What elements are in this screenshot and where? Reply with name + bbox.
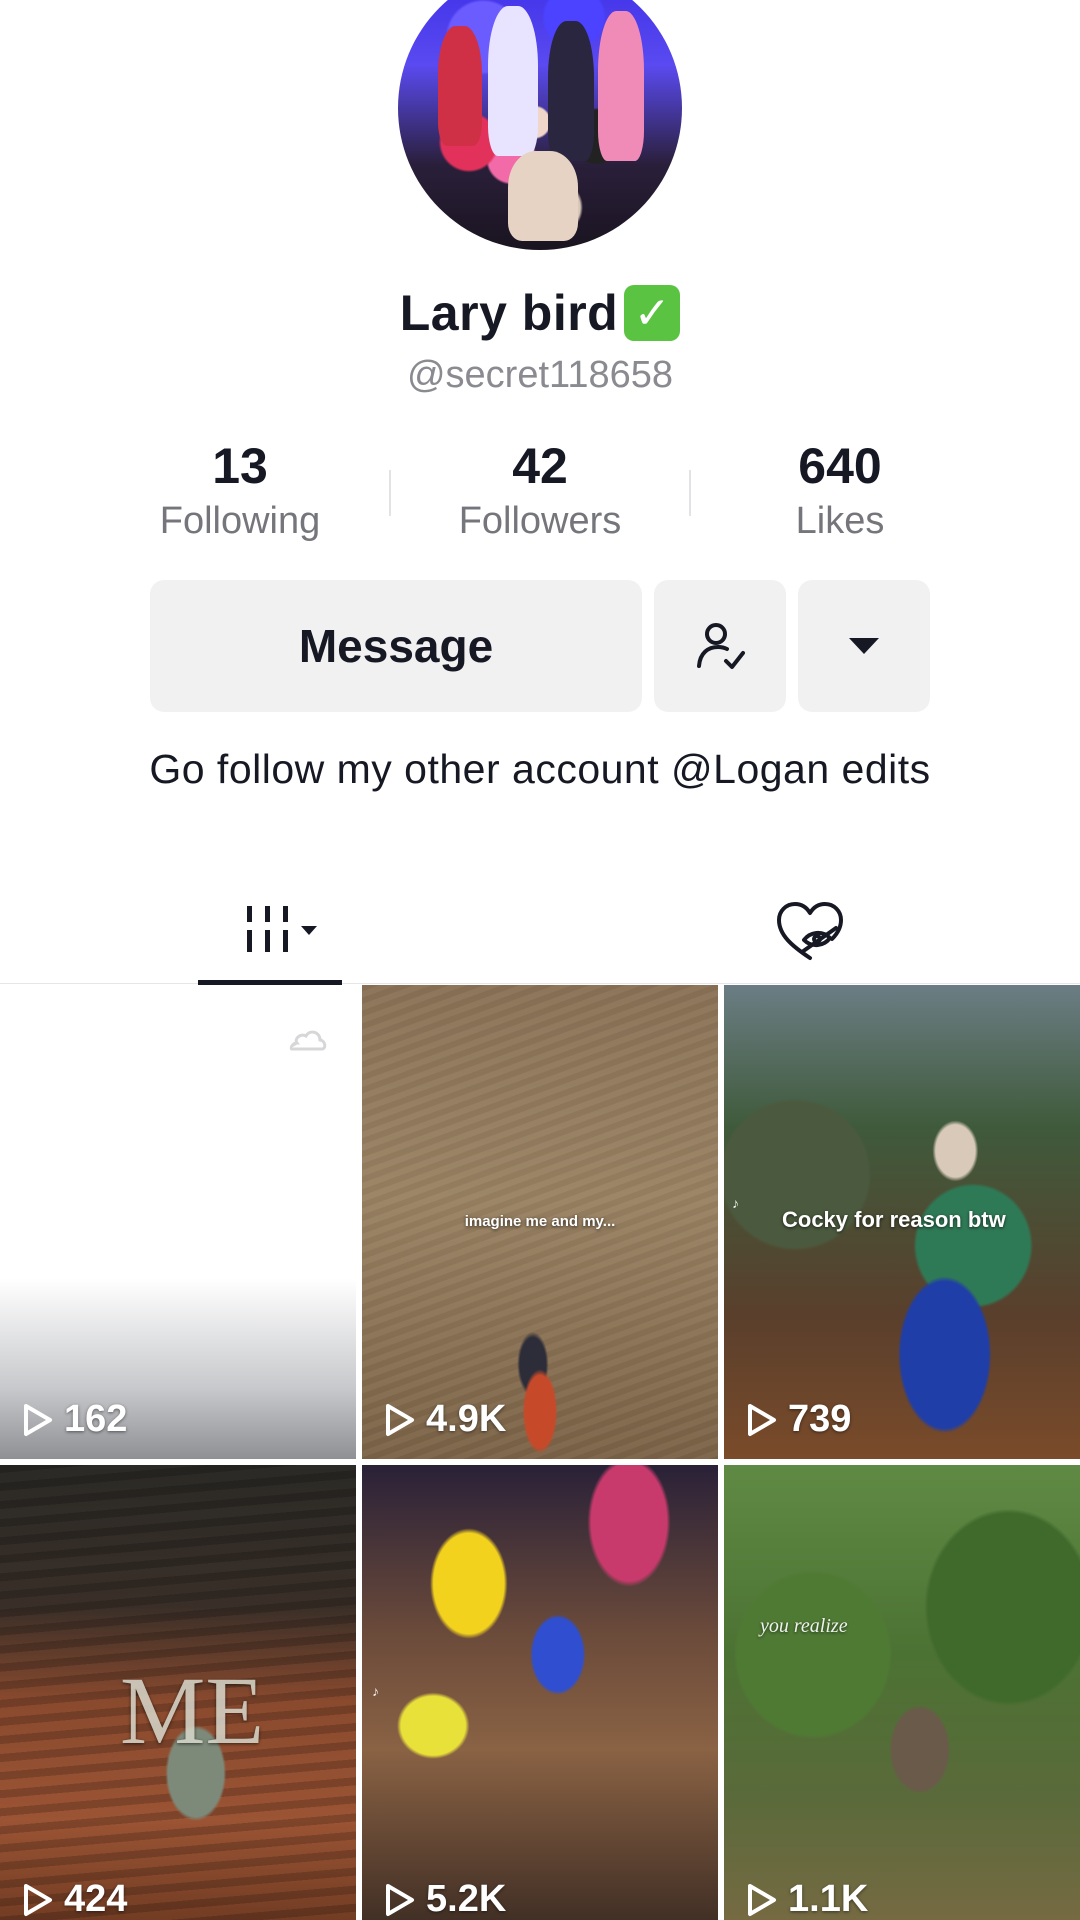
message-button[interactable]: Message (150, 580, 642, 712)
stat-label: Likes (795, 500, 885, 542)
video-grid: 162 imagine me and my... 4.9K ♪ Cocky fo… (0, 985, 1080, 1920)
stat-value: 42 (512, 438, 568, 494)
verified-check-icon: ✓ (624, 285, 681, 341)
tiktok-watermark-icon: ♪ (732, 1195, 739, 1211)
profile-page: Lary bird ✓ @secret118658 13 Following 4… (0, 0, 1080, 1920)
play-icon (748, 1403, 776, 1436)
video-caption: imagine me and my... (464, 1213, 616, 1230)
play-icon (386, 1403, 414, 1436)
video-caption: Cocky for reason btw (782, 1207, 1006, 1232)
tab-liked[interactable] (760, 880, 860, 984)
hidden-liked-icon (777, 902, 843, 960)
name-row: Lary bird ✓ (0, 284, 1080, 342)
play-icon (24, 1403, 52, 1436)
stat-following[interactable]: 13 Following (120, 440, 360, 543)
video-tile[interactable]: you realize 1.1K (724, 1465, 1080, 1920)
video-caption: ME (120, 1657, 264, 1764)
view-count-label: 739 (788, 1398, 852, 1440)
view-count: 424 (22, 1878, 127, 1920)
view-count-label: 424 (64, 1878, 128, 1920)
friends-button[interactable] (654, 580, 786, 712)
caret-down-icon (849, 638, 879, 654)
stat-divider (389, 470, 391, 516)
video-tile[interactable]: ♪ 5.2K (362, 1465, 718, 1920)
view-count: 1.1K (746, 1878, 868, 1920)
stat-likes[interactable]: 640 Likes (720, 440, 960, 543)
view-count-label: 5.2K (426, 1878, 507, 1920)
more-options-button[interactable] (798, 580, 930, 712)
profile-bio: Go follow my other account @Logan edits (149, 746, 931, 792)
view-count: 162 (22, 1398, 127, 1441)
tiktok-watermark-icon: ♪ (372, 1683, 379, 1699)
stat-value: 13 (212, 438, 268, 494)
view-count: 739 (746, 1398, 851, 1441)
user-check-icon (697, 623, 745, 669)
video-tile[interactable]: imagine me and my... 4.9K (362, 985, 718, 1459)
view-count-label: 162 (64, 1398, 128, 1440)
play-icon (748, 1883, 776, 1916)
stat-divider (689, 470, 691, 516)
profile-name: Lary bird (399, 285, 619, 341)
stat-label: Following (159, 500, 321, 542)
profile-avatar[interactable] (398, 0, 682, 250)
view-count: 5.2K (384, 1878, 506, 1920)
video-tile[interactable]: ♪ Cocky for reason btw 739 (724, 985, 1080, 1459)
play-icon (386, 1883, 414, 1916)
profile-handle: @secret118658 (406, 354, 674, 396)
play-icon (24, 1883, 52, 1916)
tab-videos[interactable] (198, 880, 342, 985)
stat-followers[interactable]: 42 Followers (420, 440, 660, 543)
view-count: 4.9K (384, 1398, 506, 1441)
video-caption: you realize (760, 1615, 848, 1637)
video-tile[interactable]: 162 (0, 985, 356, 1459)
view-count-label: 1.1K (788, 1878, 869, 1920)
stats-row: 13 Following 42 Followers 640 Likes (120, 440, 960, 550)
cloud-icon (289, 1030, 327, 1051)
stat-value: 640 (798, 438, 882, 494)
view-count-label: 4.9K (426, 1398, 507, 1440)
profile-tabs (0, 880, 1080, 985)
grid-videos-icon (247, 906, 317, 952)
stat-label: Followers (458, 500, 622, 542)
video-tile[interactable]: ME 424 (0, 1465, 356, 1920)
